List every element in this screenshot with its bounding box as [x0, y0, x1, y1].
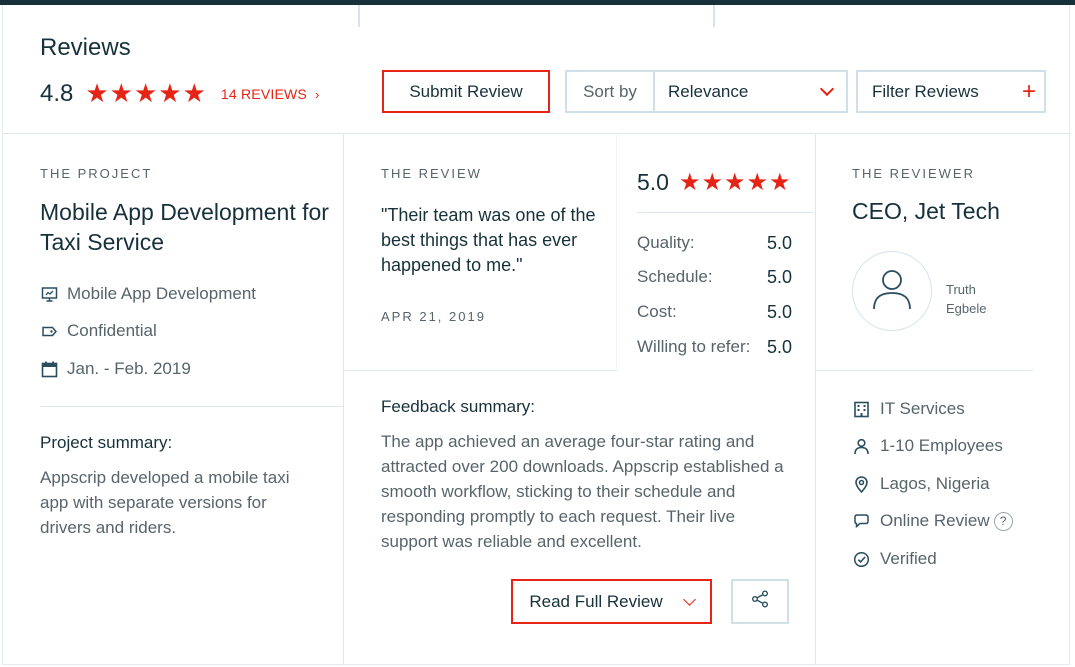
- reviewer-title: CEO, Jet Tech: [852, 198, 1000, 224]
- project-eyebrow: THE PROJECT: [40, 166, 153, 181]
- tab-divider: [713, 5, 715, 27]
- column-divider: [815, 133, 816, 665]
- score-divider: [637, 212, 813, 213]
- reviewer-review-type-text: Online Review: [880, 511, 990, 530]
- sort-label: Sort by: [567, 72, 655, 111]
- reviewer-divider: [816, 370, 1033, 371]
- tab-divider: [358, 5, 360, 27]
- help-icon[interactable]: ?: [993, 511, 1013, 531]
- reviews-count-label: 14 REVIEWS: [220, 85, 307, 102]
- score-panel-edge: [616, 133, 617, 370]
- review-divider: [344, 370, 617, 371]
- score-value: 5.0: [766, 302, 792, 322]
- calendar-icon: [40, 360, 58, 378]
- filter-reviews-button[interactable]: Filter Reviews +: [856, 70, 1046, 113]
- submit-review-button[interactable]: Submit Review: [382, 70, 550, 113]
- plus-icon: +: [1021, 77, 1036, 105]
- score-value: 5.0: [766, 267, 792, 287]
- person-icon: [852, 437, 870, 455]
- score-label: Schedule:: [637, 267, 713, 286]
- score-quality: Quality: 5.0: [637, 233, 792, 254]
- page-title: Reviews: [40, 34, 131, 61]
- header-divider: [3, 133, 1070, 134]
- share-icon: [750, 589, 770, 614]
- score-willing-to-refer: Willing to refer: 5.0: [637, 337, 792, 358]
- feedback-summary-heading: Feedback summary:: [381, 397, 535, 416]
- chevron-right-icon: ›: [314, 86, 320, 102]
- sort-selected-value: Relevance: [668, 81, 749, 101]
- presentation-icon: [40, 285, 58, 303]
- read-full-review-button[interactable]: Read Full Review: [511, 579, 712, 624]
- review-overall-score: 5.0 ★★★★★: [637, 168, 792, 197]
- avatar: [852, 251, 932, 331]
- score-cost: Cost: 5.0: [637, 302, 792, 323]
- share-button[interactable]: [731, 579, 789, 624]
- project-dates-text: Jan. - Feb. 2019: [67, 359, 191, 378]
- chevron-down-icon: [819, 81, 835, 97]
- reviewer-industry: IT Services: [852, 399, 965, 419]
- feedback-summary-text: The app achieved an average four-star ra…: [381, 432, 784, 551]
- project-budget: Confidential: [40, 321, 157, 341]
- score-label: Cost:: [637, 302, 677, 321]
- star-rating: ★★★★★: [85, 78, 207, 108]
- project-divider: [40, 406, 343, 407]
- reviews-count-link[interactable]: 14 REVIEWS ›: [221, 86, 320, 102]
- score-label: Quality:: [637, 233, 695, 252]
- score-schedule: Schedule: 5.0: [637, 267, 792, 288]
- review-quote: "Their team was one of the best things t…: [381, 205, 596, 275]
- overall-rating: 4.8 ★★★★★ 14 REVIEWS ›: [40, 78, 319, 109]
- review-star-rating: ★★★★★: [678, 169, 792, 196]
- building-icon: [852, 400, 870, 418]
- reviewer-location: Lagos, Nigeria: [852, 474, 990, 494]
- score-label: Willing to refer:: [637, 337, 751, 356]
- reviewer-verified-text: Verified: [880, 549, 937, 568]
- project-dates: Jan. - Feb. 2019: [40, 359, 191, 379]
- chevron-down-icon: [682, 592, 696, 606]
- reviewer-industry-text: IT Services: [880, 399, 965, 418]
- filter-label: Filter Reviews: [872, 81, 979, 101]
- project-summary-heading: Project summary:: [40, 433, 173, 452]
- project-summary-text: Appscrip developed a mobile taxi app wit…: [40, 468, 290, 537]
- reviewer-eyebrow: THE REVIEWER: [852, 166, 975, 181]
- reviewer-first-name: Truth: [946, 282, 976, 297]
- rating-value: 4.8: [40, 79, 74, 107]
- tag-icon: [40, 322, 58, 340]
- score-value: 5.0: [766, 233, 792, 253]
- project-budget-text: Confidential: [67, 321, 157, 340]
- column-divider: [343, 133, 344, 665]
- score-value: 5.0: [766, 337, 792, 357]
- project-service-text: Mobile App Development: [67, 284, 257, 303]
- review-eyebrow: THE REVIEW: [381, 166, 482, 181]
- reviewer-review-type: Online Review ?: [852, 511, 1013, 531]
- overall-score-value: 5.0: [637, 169, 669, 195]
- reviewer-location-text: Lagos, Nigeria: [880, 474, 990, 493]
- reviewer-company-size: 1-10 Employees: [852, 436, 1003, 456]
- read-full-review-label: Read Full Review: [529, 591, 663, 611]
- reviewer-last-name: Egbele: [946, 301, 987, 316]
- check-circle-icon: [852, 550, 870, 568]
- review-date: APR 21, 2019: [381, 309, 486, 324]
- reviewer-verified: Verified: [852, 549, 937, 569]
- reviewer-size-text: 1-10 Employees: [880, 436, 1003, 455]
- project-title: Mobile App Development for Taxi Service: [40, 199, 329, 255]
- chat-bubble-icon: [852, 512, 870, 530]
- location-pin-icon: [852, 475, 870, 493]
- project-service: Mobile App Development: [40, 284, 256, 304]
- sort-control: Sort by Relevance: [565, 70, 848, 113]
- user-icon: [871, 267, 913, 316]
- sort-select[interactable]: Relevance: [655, 72, 846, 111]
- reviewer-name: Truth Egbele: [946, 280, 986, 318]
